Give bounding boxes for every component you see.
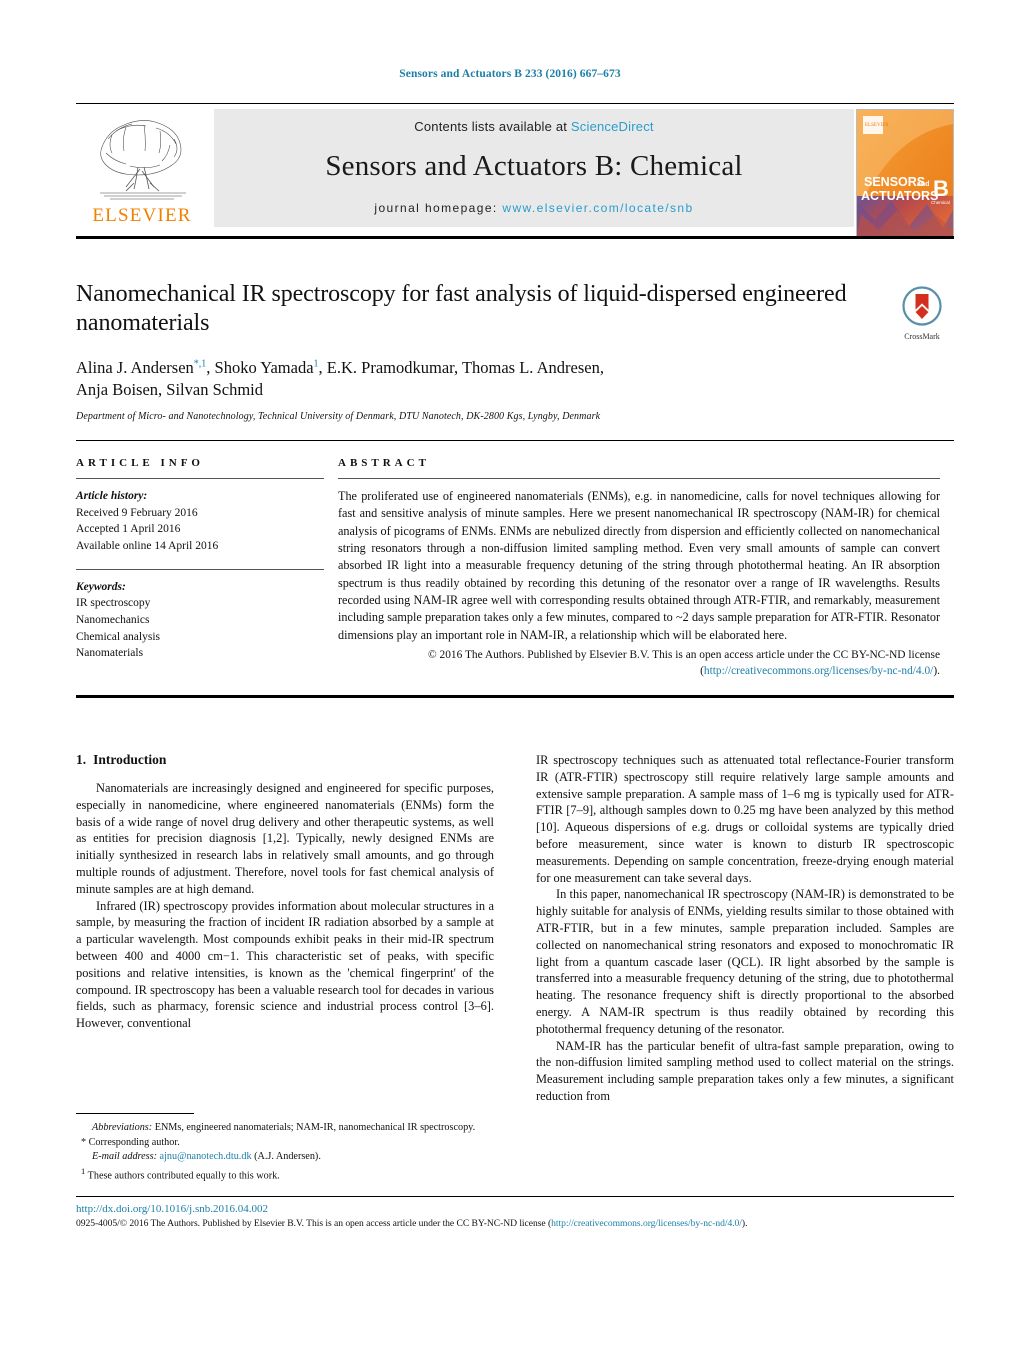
journal-masthead: ELSEVIER Contents lists available at Sci… <box>76 103 954 239</box>
masthead-top-rule <box>76 103 954 104</box>
footnote-marker-1: 1 <box>81 1165 86 1176</box>
article-history-group: Article history: Received 9 February 201… <box>76 488 324 555</box>
body-paragraph: Infrared (IR) spectroscopy provides info… <box>76 898 494 1031</box>
body-paragraph: NAM-IR has the particular benefit of ult… <box>536 1038 954 1103</box>
footnote-equal-contribution: 1 These authors contributed equally to t… <box>76 1165 494 1184</box>
contents-available-line: Contents lists available at ScienceDirec… <box>214 109 854 134</box>
abstract-copyright: © 2016 The Authors. Published by Elsevie… <box>338 647 940 679</box>
svg-text:and: and <box>917 181 929 188</box>
article-info-rule <box>76 478 324 479</box>
email-owner: (A.J. Andersen). <box>254 1151 321 1163</box>
crossmark-badge[interactable]: CrossMark <box>886 286 958 341</box>
keyword-item: Nanomechanics <box>76 614 150 627</box>
body-paragraph: In this paper, nanomechanical IR spectro… <box>536 887 954 1036</box>
footer-cc-license-link[interactable]: http://creativecommons.org/licenses/by-n… <box>551 1218 742 1229</box>
contents-prefix: Contents lists available at <box>414 119 568 134</box>
history-accepted: Accepted 1 April 2016 <box>76 523 181 536</box>
keyword-item: IR spectroscopy <box>76 597 151 610</box>
section-heading-introduction: 1. Introduction <box>76 752 494 768</box>
journal-homepage-line: journal homepage: www.elsevier.com/locat… <box>214 201 854 215</box>
paper-title: Nanomechanical IR spectroscopy for fast … <box>76 281 847 337</box>
sciencedirect-link[interactable]: ScienceDirect <box>571 119 654 134</box>
article-info-column: ARTICLE INFO Article history: Received 9… <box>76 457 338 679</box>
issn-copyright-end: ). <box>741 1217 748 1229</box>
corresponding-author-text: Corresponding author. <box>88 1136 180 1148</box>
footnotes-block: Abbreviations: ENMs, engineered nanomate… <box>76 1113 494 1184</box>
svg-text:B: B <box>933 176 949 201</box>
masthead-center-panel: Contents lists available at ScienceDirec… <box>214 109 854 227</box>
info-abstract-band: ARTICLE INFO Article history: Received 9… <box>76 440 954 699</box>
authors-line-2: Anja Boisen, Silvan Schmid <box>76 379 263 399</box>
issn-copyright-text: 0925-4005/© 2016 The Authors. Published … <box>76 1217 552 1229</box>
svg-text:ACTUATORS: ACTUATORS <box>861 189 938 203</box>
journal-homepage-link[interactable]: www.elsevier.com/locate/snb <box>502 201 693 215</box>
asterisk-marker: * <box>81 1136 87 1148</box>
author-list: Alina J. Andersen*,1, Shoko Yamada1, E.K… <box>76 357 876 402</box>
running-head: Sensors and Actuators B 233 (2016) 667–6… <box>399 68 621 80</box>
elsevier-tree-icon <box>100 117 186 200</box>
masthead-bottom-rule <box>76 236 954 239</box>
paper-page: Sensors and Actuators B 233 (2016) 667–6… <box>0 0 1020 1351</box>
right-column: IR spectroscopy techniques such as atten… <box>536 752 954 1105</box>
elsevier-logo: ELSEVIER <box>82 109 202 227</box>
section-title: Introduction <box>93 752 167 767</box>
keyword-item: Chemical analysis <box>76 630 160 643</box>
abbreviations-label: Abbreviations: <box>92 1122 153 1133</box>
abbreviations-text: ENMs, engineered nanomaterials; NAM-IR, … <box>154 1122 476 1133</box>
keyword-item: Nanomaterials <box>76 647 144 660</box>
abstract-column: ABSTRACT The proliferated use of enginee… <box>338 457 940 679</box>
crossmark-icon <box>902 286 942 326</box>
body-columns: 1. Introduction Nanomaterials are increas… <box>76 752 954 1105</box>
history-received: Received 9 February 2016 <box>76 506 198 519</box>
footnote-email: E-mail address: ajnu@nanotech.dtu.dk (A.… <box>76 1150 494 1165</box>
journal-cover-art: ELSEVIER SENSORS and ACTUATORS B Chemica… <box>857 110 953 236</box>
article-info-separator <box>76 568 324 570</box>
journal-title: Sensors and Actuators B: Chemical <box>325 150 743 182</box>
author-affiliation: Department of Micro- and Nanotechnology,… <box>76 411 601 423</box>
footnote-rule <box>76 1113 194 1114</box>
abstract-text: The proliferated use of engineered nanom… <box>338 489 940 642</box>
crossmark-label: CrossMark <box>904 332 940 341</box>
svg-text:ELSEVIER: ELSEVIER <box>865 123 889 128</box>
email-link[interactable]: ajnu@nanotech.dtu.dk <box>160 1151 252 1162</box>
footer-rule <box>76 1196 954 1197</box>
footnote-abbreviations: Abbreviations: ENMs, engineered nanomate… <box>76 1121 494 1136</box>
homepage-prefix: journal homepage: <box>374 201 498 215</box>
email-address-label: E-mail address: <box>92 1151 157 1163</box>
journal-cover-thumbnail: ELSEVIER SENSORS and ACTUATORS B Chemica… <box>856 109 954 237</box>
authors-rest-2: , E.K. Pramodkumar, Thomas L. Andresen, <box>318 357 604 377</box>
author-andersen: Alina J. Andersen <box>76 357 194 377</box>
copyright-end: ). <box>933 665 940 678</box>
abstract-rule <box>338 478 940 479</box>
footnote-corresponding-author: * Corresponding author. <box>76 1136 494 1151</box>
keywords-group: Keywords: IR spectroscopy Nanomechanics … <box>76 579 324 662</box>
issn-copyright-line: 0925-4005/© 2016 The Authors. Published … <box>76 1217 954 1230</box>
abstract-heading: ABSTRACT <box>338 457 430 469</box>
body-paragraph: IR spectroscopy techniques such as atten… <box>536 753 954 885</box>
keywords-label: Keywords: <box>76 580 126 593</box>
article-info-heading: ARTICLE INFO <box>76 457 204 469</box>
left-column: 1. Introduction Nanomaterials are increas… <box>76 752 494 1105</box>
section-number: 1. <box>76 752 87 767</box>
elsevier-wordmark: ELSEVIER <box>92 205 192 226</box>
body-paragraph: Nanomaterials are increasingly designed … <box>76 781 494 896</box>
page-footer: http://dx.doi.org/10.1016/j.snb.2016.04.… <box>76 1196 954 1230</box>
doi-link[interactable]: http://dx.doi.org/10.1016/j.snb.2016.04.… <box>76 1202 954 1217</box>
svg-text:Chemical: Chemical <box>931 200 950 205</box>
band-bottom-rule <box>76 695 954 699</box>
cc-license-link[interactable]: http://creativecommons.org/licenses/by-n… <box>704 665 933 677</box>
authors-rest-1: , Shoko Yamada <box>206 357 314 377</box>
svg-text:SENSORS: SENSORS <box>864 175 925 189</box>
history-available: Available online 14 April 2016 <box>76 540 219 553</box>
article-history-label: Article history: <box>76 490 148 502</box>
equal-contribution-text: These authors contributed equally to thi… <box>87 1170 280 1182</box>
title-block: Nanomechanical IR spectroscopy for fast … <box>76 280 876 422</box>
